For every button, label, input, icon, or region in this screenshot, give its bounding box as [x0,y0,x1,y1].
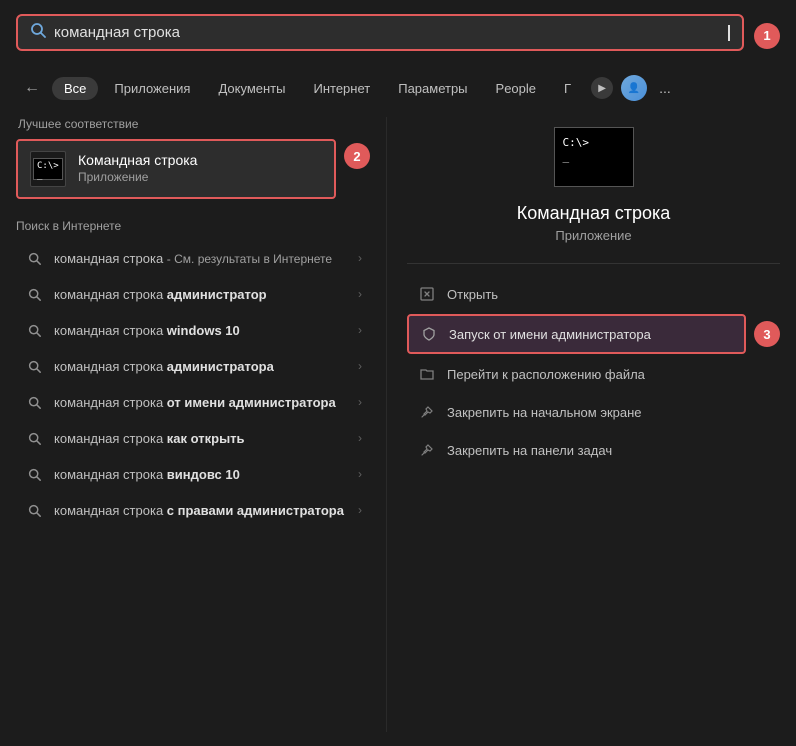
taskbar-pin-icon [417,440,437,460]
arrow-icon: › [358,395,362,409]
tab-people[interactable]: People [484,77,548,100]
search-result-icon [24,284,44,304]
result-text: командная строка с правами администратор… [54,503,358,518]
result-text: командная строка от имени администратора [54,395,358,410]
search-input[interactable]: командная строка [54,24,727,41]
list-item[interactable]: командная строка с правами администратор… [16,493,370,527]
search-results-list: командная строка - См. результаты в Инте… [16,241,370,527]
shield-icon [419,324,439,344]
search-bar[interactable]: командная строка [16,14,744,51]
divider [407,263,780,264]
app-subtitle: Приложение [555,228,631,243]
left-panel: Лучшее соответствие C:\> _ Командная стр… [16,117,386,732]
badge-3: 3 [754,321,780,347]
main-container: командная строка 1 ← Все Приложения Доку… [0,0,796,746]
tab-g[interactable]: Г [552,77,583,100]
tab-documents[interactable]: Документы [206,77,297,100]
search-result-icon [24,356,44,376]
result-text: командная строка администратор [54,287,358,302]
search-result-icon [24,428,44,448]
context-pin-start[interactable]: Закрепить на начальном экране [407,394,780,430]
open-icon [417,284,437,304]
cmd-app-icon: C:\> _ [30,151,66,187]
more-button[interactable]: ... [655,78,675,98]
context-pin-taskbar[interactable]: Закрепить на панели задач [407,432,780,468]
best-match-item[interactable]: C:\> _ Командная строка Приложение [16,139,336,199]
nav-extra: ▶ 👤 ... [591,75,675,101]
list-item[interactable]: командная строка администратор › [16,277,370,311]
user-avatar[interactable]: 👤 [621,75,647,101]
context-open[interactable]: Открыть [407,276,780,312]
badge-2: 2 [344,143,370,169]
search-result-icon [24,320,44,340]
tab-apps[interactable]: Приложения [102,77,202,100]
search-result-icon [24,248,44,268]
arrow-icon: › [358,503,362,517]
result-text: командная строка виндовс 10 [54,467,358,482]
arrow-icon: › [358,467,362,481]
arrow-icon: › [358,359,362,373]
search-result-icon [24,392,44,412]
tab-settings[interactable]: Параметры [386,77,479,100]
arrow-icon: › [358,287,362,301]
internet-section-label: Поиск в Интернете [16,219,370,233]
pin-icon [417,402,437,422]
badge-1: 1 [754,23,780,49]
list-item[interactable]: командная строка как открыть › [16,421,370,455]
search-icon [30,22,46,43]
best-match-text: Командная строка Приложение [78,152,197,186]
search-result-icon [24,464,44,484]
context-goto-location[interactable]: Перейти к расположению файла [407,356,780,392]
arrow-icon: › [358,431,362,445]
context-menu: Открыть Запуск от имени администратора 3 [407,276,780,468]
back-button[interactable]: ← [16,75,48,101]
list-item[interactable]: командная строка администратора › [16,349,370,383]
list-item[interactable]: командная строка от имени администратора… [16,385,370,419]
nav-tabs: ← Все Приложения Документы Интернет Пара… [16,75,780,101]
result-text: командная строка windows 10 [54,323,358,338]
best-match-label: Лучшее соответствие [16,117,370,131]
list-item[interactable]: командная строка виндовс 10 › [16,457,370,491]
result-text: командная строка как открыть [54,431,358,446]
main-content: Лучшее соответствие C:\> _ Командная стр… [16,117,780,732]
result-text: командная строка - См. результаты в Инте… [54,251,358,266]
search-result-icon [24,500,44,520]
app-preview-icon [554,127,634,187]
tab-internet[interactable]: Интернет [301,77,382,100]
right-panel: Командная строка Приложение Открыть Запу… [386,117,780,732]
app-title: Командная строка [517,203,671,224]
folder-icon [417,364,437,384]
play-button[interactable]: ▶ [591,77,613,99]
arrow-icon: › [358,323,362,337]
tab-all[interactable]: Все [52,77,98,100]
result-text: командная строка администратора [54,359,358,374]
arrow-icon: › [358,251,362,265]
list-item[interactable]: командная строка - См. результаты в Инте… [16,241,370,275]
context-run-as-admin[interactable]: Запуск от имени администратора [407,314,746,354]
list-item[interactable]: командная строка windows 10 › [16,313,370,347]
